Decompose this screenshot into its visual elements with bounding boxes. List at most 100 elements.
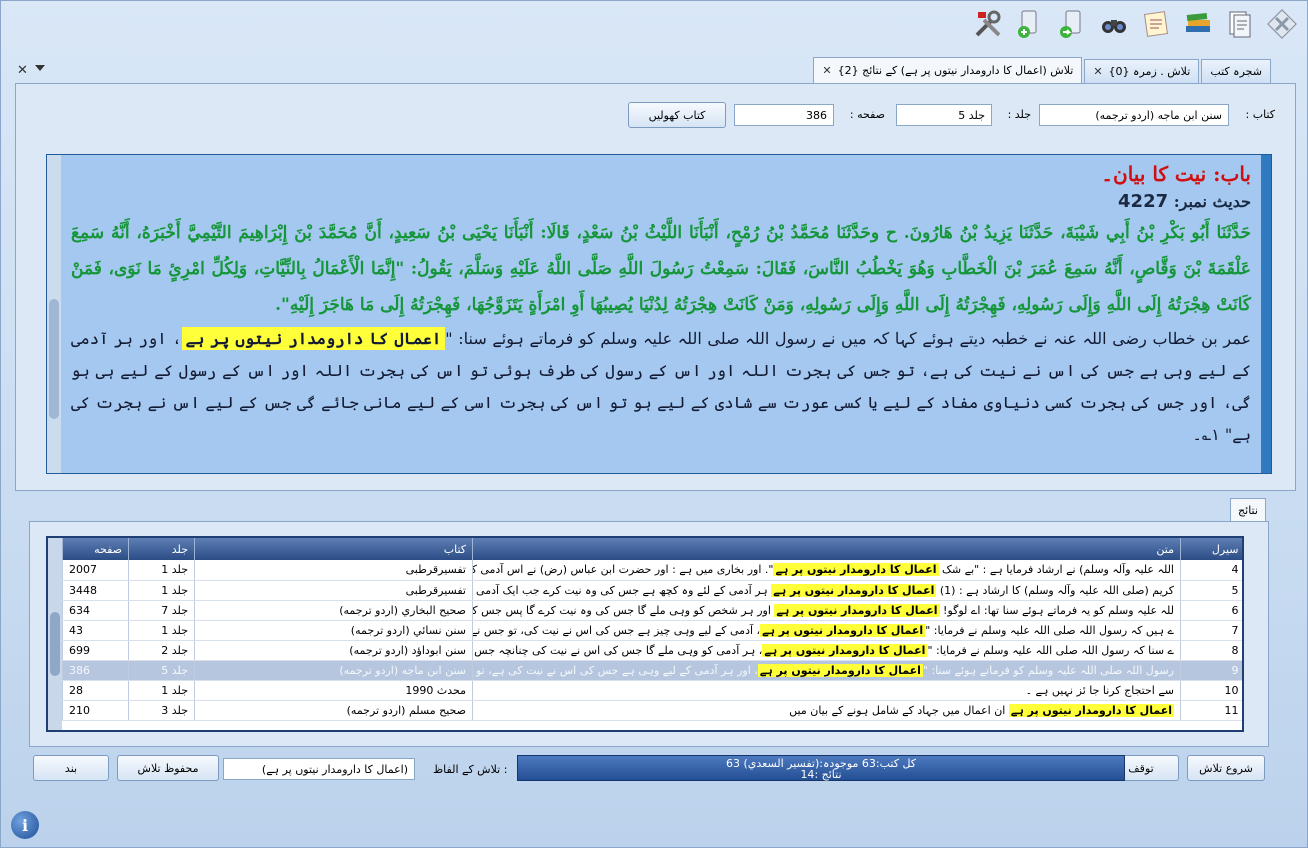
table-row[interactable]: 7 ے ہیں کہ رسول اللہ صلی اللہ علیہ وسلم ن… xyxy=(62,620,1242,641)
volume-field[interactable] xyxy=(896,104,992,126)
next-book-icon[interactable] xyxy=(1053,5,1091,43)
cell-serial: 10 xyxy=(1180,680,1242,701)
tab-category-search[interactable]: تلاش . زمرہ {0} ✕ xyxy=(1084,59,1200,83)
table-row[interactable]: 11 اعمال کا دارومدار نیتوں پر ہے ان اعمال… xyxy=(62,700,1242,721)
cell-page: 699 xyxy=(62,640,129,661)
close-icon[interactable]: ✕ xyxy=(1093,65,1102,78)
book-field[interactable] xyxy=(1039,104,1229,126)
urdu-text: عمر بن خطاب رضی اللہ عنہ نے خطبہ دیتے ہو… xyxy=(445,329,1251,348)
cell-book: صحيح مسلم (اردو ترجمه) xyxy=(194,700,473,721)
column-header-text[interactable]: متن xyxy=(472,538,1181,560)
results-table: سیرل متن کتاب جلد صفحه 4 اللہ علیہ وآلہ و… xyxy=(62,538,1242,721)
open-book-button[interactable]: کتاب کھولیں xyxy=(628,102,726,128)
cell-page: 386 xyxy=(62,660,129,681)
table-row[interactable]: 8 ے سنا کہ رسول اللہ صلی اللہ علیہ وسلم ن… xyxy=(62,640,1242,661)
cell-text: سے احتجاج کرنا جا ئز نہیں ہے ۔ xyxy=(472,680,1181,701)
grid-scrollbar[interactable] xyxy=(48,538,62,730)
cell-text-after: ، اور ہر آدمی کے لیے وہی ہے جس کی اس نے … xyxy=(474,663,758,677)
cell-page: 43 xyxy=(62,620,129,641)
cell-volume: جلد 5 xyxy=(128,660,195,681)
cell-serial: 11 xyxy=(1180,700,1242,721)
cell-text: ے سنا کہ رسول اللہ صلی اللہ علیہ وسلم نے… xyxy=(472,640,1181,661)
close-all-tabs-icon[interactable]: ✕ xyxy=(17,63,28,78)
column-header-book[interactable]: کتاب xyxy=(194,538,473,560)
close-button[interactable]: بند xyxy=(33,755,109,781)
close-icon[interactable]: ✕ xyxy=(822,64,831,77)
table-row[interactable]: 5 کریم (صلی اللہ علیہ وآلہ وسلم) کا ارشاد… xyxy=(62,580,1242,601)
highlighted-keyword: اعمال کا دارومدار نیتوں پر ہے xyxy=(773,563,939,577)
cell-page: 634 xyxy=(62,600,129,621)
cell-text-before: ے سنا کہ رسول اللہ صلی اللہ علیہ وسلم نے… xyxy=(927,643,1174,657)
saved-search-button[interactable]: محفوظ تلاش xyxy=(117,755,219,781)
tab-results[interactable]: نتائج xyxy=(1230,498,1266,522)
chapter-heading: باب: نیت کا بیان۔ xyxy=(1101,162,1251,186)
cell-volume: جلد 2 xyxy=(128,640,195,661)
pages-icon[interactable] xyxy=(1221,5,1259,43)
page-field[interactable] xyxy=(734,104,834,126)
cell-page: 3448 xyxy=(62,580,129,601)
cell-text-before: کریم (صلی اللہ علیہ وآلہ وسلم) کا ارشاد … xyxy=(936,583,1174,597)
cell-serial: 7 xyxy=(1180,620,1242,641)
info-icon[interactable]: i xyxy=(11,811,39,839)
cell-volume: جلد 3 xyxy=(128,700,195,721)
cell-page: 28 xyxy=(62,680,129,701)
tab-label: تلاش (اعمال کا دارومدار نیتوں پر ہے) کے … xyxy=(837,64,1074,77)
cell-book: صحيح البخاري (اردو ترجمه) xyxy=(194,600,473,621)
cell-text-after: ، آدمی کے لیے وہی چیز ہے جس کی اس نے نیت… xyxy=(474,623,761,637)
highlighted-keyword: اعمال کا دارومدار نیتوں پر ہے xyxy=(1008,703,1174,717)
tab-label: شجرہ کتب xyxy=(1210,65,1262,78)
book-label: کتاب : xyxy=(1245,108,1275,121)
tab-book-tree[interactable]: شجرہ کتب xyxy=(1201,59,1271,83)
scroll-thumb[interactable] xyxy=(49,299,59,419)
table-row[interactable]: 9 رسول اللہ صلی اللہ علیہ وسلم کو فرماتے … xyxy=(62,660,1242,681)
table-row[interactable]: 10 سے احتجاج کرنا جا ئز نہیں ہے ۔ محدث 199… xyxy=(62,680,1242,701)
table-row[interactable]: 6 للہ علیہ وسلم کو یہ فرماتے ہوئے سنا تھا… xyxy=(62,600,1242,621)
cell-serial: 6 xyxy=(1180,600,1242,621)
column-header-volume[interactable]: جلد xyxy=(128,538,195,560)
cell-text-before: للہ علیہ وسلم کو یہ فرماتے ہوئے سنا تھا:… xyxy=(939,603,1174,617)
cell-text: للہ علیہ وسلم کو یہ فرماتے ہوئے سنا تھا:… xyxy=(472,600,1181,621)
cell-page: 210 xyxy=(62,700,129,721)
add-book-icon[interactable] xyxy=(1011,5,1049,43)
column-header-page[interactable]: صفحه xyxy=(62,538,129,560)
cell-text-before: سے احتجاج کرنا جا ئز نہیں ہے ۔ xyxy=(1025,683,1174,697)
cell-serial: 8 xyxy=(1180,640,1242,661)
table-row[interactable]: 4 اللہ علیہ وآلہ وسلم) نے ارشاد فرمایا ہے… xyxy=(62,560,1242,581)
close-tools-icon[interactable] xyxy=(1263,5,1301,43)
cell-volume: جلد 1 xyxy=(128,580,195,601)
highlighted-keyword: اعمال کا دارومدار نیتوں پر ہے xyxy=(774,603,940,617)
toolbar xyxy=(969,5,1301,45)
highlighted-keyword: اعمال کا دارومدار نیتوں پر ہے xyxy=(762,643,928,657)
status-results: نتائج :14 xyxy=(800,768,842,781)
settings-icon[interactable] xyxy=(969,5,1007,43)
results-pane: سیرل متن کتاب جلد صفحه 4 اللہ علیہ وآلہ و… xyxy=(29,521,1269,747)
cell-book: سنن ابوداؤد (اردو ترجمه) xyxy=(194,640,473,661)
tab-label: تلاش . زمرہ {0} xyxy=(1108,65,1191,78)
cell-text-after: ". اور بخاری میں ہے : اور حضرت ابن عباس … xyxy=(474,563,774,577)
highlighted-keyword: اعمال کا دارومدار نیتوں پر ہے xyxy=(760,623,926,637)
column-header-serial[interactable]: سیرل xyxy=(1180,538,1242,560)
cell-text-after: اور ہر شخص کو وہی ملے گا جس کی وہ نیت کر… xyxy=(472,603,771,617)
cell-volume: جلد 1 xyxy=(128,620,195,641)
tab-search-results[interactable]: تلاش (اعمال کا دارومدار نیتوں پر ہے) کے … xyxy=(813,57,1083,83)
main-window: ✕ شجرہ کتب تلاش . زمرہ {0} ✕ تلاش (اعمال… xyxy=(0,0,1308,848)
hadith-number-label: حدیث نمبر: xyxy=(1173,192,1251,211)
cell-text: رسول اللہ صلی اللہ علیہ وسلم کو فرماتے ہ… xyxy=(472,660,1181,681)
cell-volume: جلد 1 xyxy=(128,680,195,701)
volume-label: جلد : xyxy=(1007,108,1031,121)
cell-book: تفسیرقرطبی xyxy=(194,580,473,601)
books-icon[interactable] xyxy=(1179,5,1217,43)
search-status: کل کتب:63 موجودہ:(تفسير السعدي) 63 نتائج… xyxy=(517,755,1125,781)
scroll-thumb[interactable] xyxy=(50,612,60,676)
bottom-bar: شروع تلاش توقف کل کتب:63 موجودہ:(تفسير ا… xyxy=(29,753,1269,787)
start-search-button[interactable]: شروع تلاش xyxy=(1187,755,1265,781)
cell-text: اللہ علیہ وآلہ وسلم) نے ارشاد فرمایا ہے … xyxy=(472,560,1181,581)
cell-serial: 9 xyxy=(1180,660,1242,681)
search-words-field[interactable] xyxy=(223,758,415,780)
cell-text-after: ، ہر آدمی کو وہی ملے گا جس کی اس نے نیت … xyxy=(474,643,763,657)
reader-scrollbar[interactable] xyxy=(47,155,61,473)
cell-text: کریم (صلی اللہ علیہ وآلہ وسلم) کا ارشاد … xyxy=(472,580,1181,601)
binoculars-icon[interactable] xyxy=(1095,5,1133,43)
notes-icon[interactable] xyxy=(1137,5,1175,43)
tab-list-dropdown-icon[interactable] xyxy=(35,65,45,71)
